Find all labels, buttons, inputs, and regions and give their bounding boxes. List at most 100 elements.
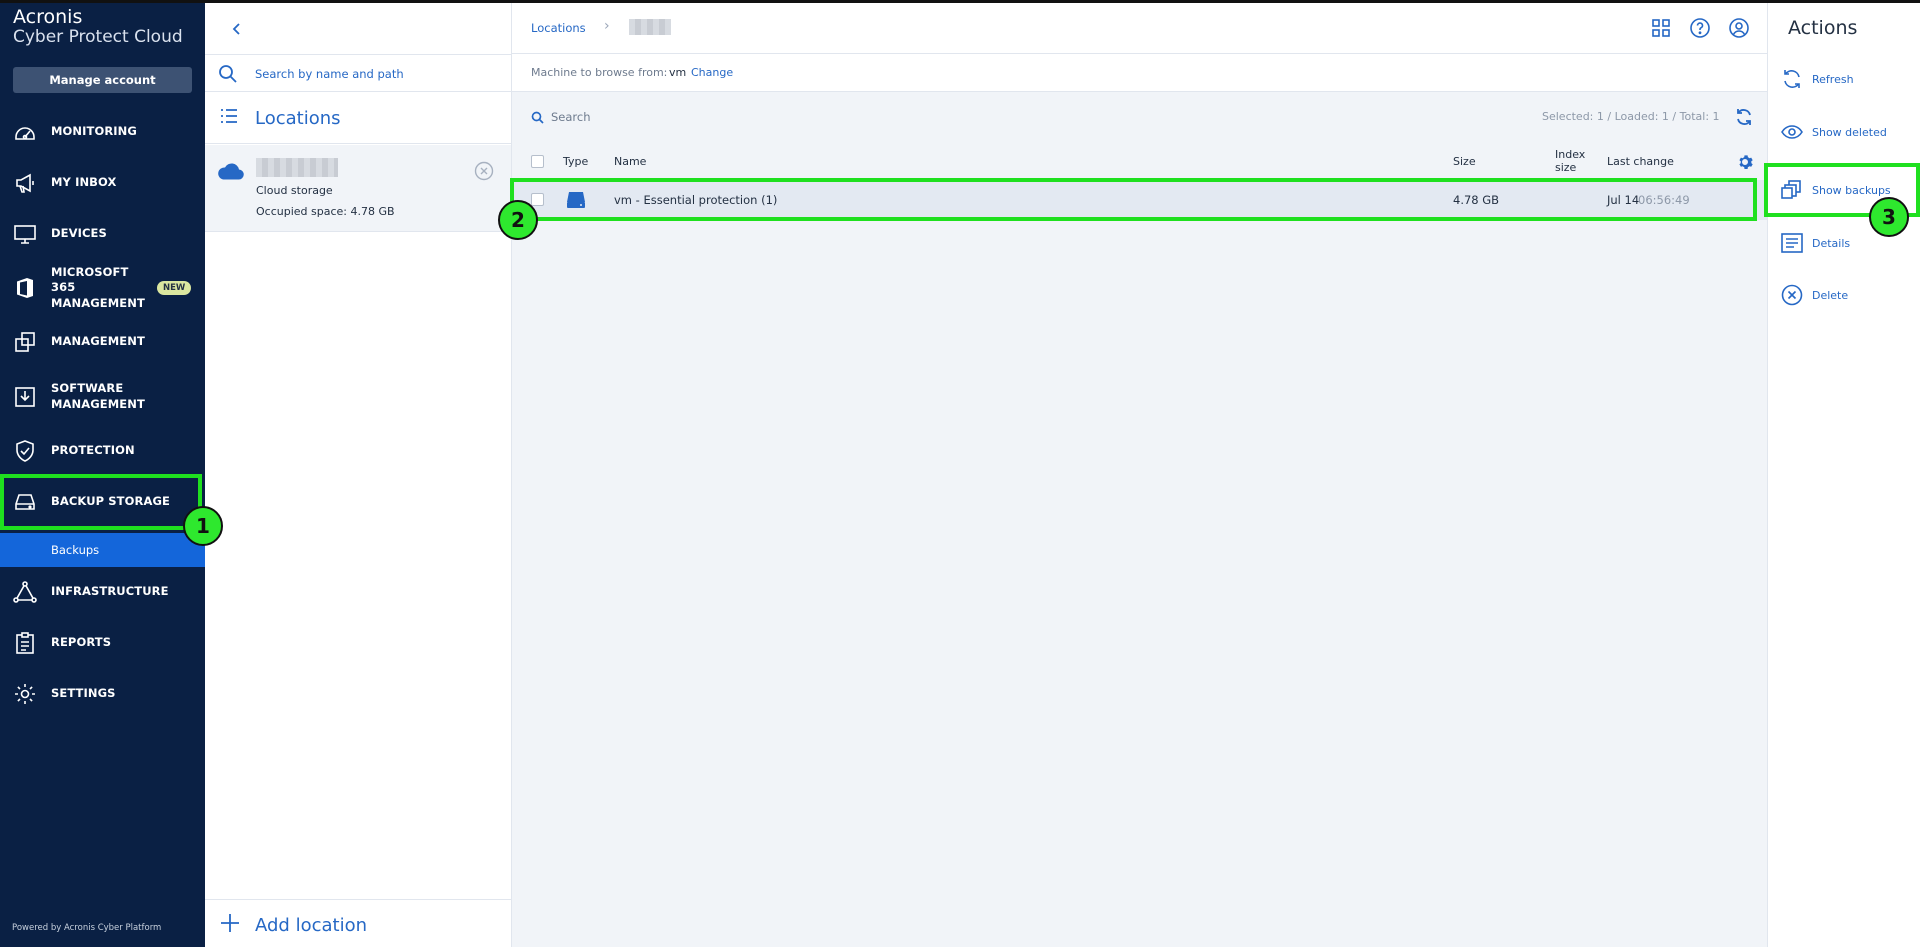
powered-by-text: Powered by Acronis Cyber Platform bbox=[12, 923, 162, 933]
refresh-icon bbox=[1780, 67, 1804, 91]
sidebar-item-label: SOFTWARE MANAGEMENT bbox=[51, 381, 145, 411]
locations-panel: Search by name and path Locations Cloud … bbox=[205, 0, 512, 947]
sidebar-item-software-management[interactable]: SOFTWARE MANAGEMENT bbox=[0, 381, 205, 413]
brand-product: Cyber Protect Cloud bbox=[13, 27, 183, 47]
column-header-name[interactable]: Name bbox=[614, 155, 646, 168]
refresh-icon[interactable] bbox=[1734, 107, 1754, 130]
highlight-backup-storage bbox=[0, 474, 202, 530]
management-icon bbox=[13, 330, 37, 354]
column-header-size[interactable]: Size bbox=[1453, 155, 1476, 168]
sidebar-item-my-inbox[interactable]: MY INBOX bbox=[0, 169, 205, 197]
reports-icon bbox=[13, 631, 37, 655]
eye-icon bbox=[1780, 120, 1804, 144]
show-deleted-action-label: Show deleted bbox=[1812, 126, 1887, 139]
shield-icon bbox=[13, 439, 37, 463]
brand-logo: Acronis Cyber Protect Cloud bbox=[13, 8, 183, 46]
column-header-index-line1: Index bbox=[1555, 148, 1586, 161]
remove-location-icon[interactable] bbox=[474, 161, 494, 181]
breadcrumb-locations[interactable]: Locations bbox=[531, 21, 586, 35]
refresh-action-button[interactable]: Refresh bbox=[1780, 64, 1920, 94]
manage-account-button[interactable]: Manage account bbox=[13, 67, 192, 93]
show-deleted-action-button[interactable]: Show deleted bbox=[1780, 117, 1920, 147]
sidebar-item-protection[interactable]: PROTECTION bbox=[0, 437, 205, 465]
delete-action-button[interactable]: Delete bbox=[1780, 280, 1920, 310]
sidebar-item-label: MONITORING bbox=[51, 124, 137, 139]
select-all-checkbox[interactable] bbox=[531, 155, 544, 168]
sidebar-item-devices[interactable]: DEVICES bbox=[0, 220, 205, 248]
megaphone-icon bbox=[13, 171, 37, 195]
sidebar-item-label: PROTECTION bbox=[51, 443, 135, 458]
locations-search-bar[interactable]: Search by name and path bbox=[205, 54, 511, 92]
locations-header: Locations bbox=[205, 92, 511, 144]
machine-value: vm bbox=[669, 66, 687, 79]
location-name-redacted bbox=[256, 158, 338, 177]
actions-panel: Actions Refresh Show deleted Show backup… bbox=[1767, 0, 1920, 947]
actions-title: Actions bbox=[1788, 17, 1858, 39]
gear-icon bbox=[13, 682, 37, 706]
column-header-type[interactable]: Type bbox=[563, 155, 588, 168]
main-content: Locations › Machine to browse from: vm C… bbox=[512, 0, 1767, 947]
column-header-last-change[interactable]: Last change bbox=[1607, 155, 1674, 168]
brand-name: Acronis bbox=[13, 6, 83, 28]
user-account-icon[interactable] bbox=[1728, 17, 1750, 39]
search-icon bbox=[218, 64, 238, 87]
cloud-icon bbox=[217, 161, 245, 184]
step-marker-2: 2 bbox=[498, 200, 538, 240]
details-action-label: Details bbox=[1812, 237, 1851, 250]
sidebar-item-label: INFRASTRUCTURE bbox=[51, 584, 169, 599]
column-header-index-size[interactable]: Index size bbox=[1555, 148, 1586, 174]
breadcrumb-current-redacted bbox=[629, 19, 671, 35]
list-icon bbox=[219, 106, 239, 129]
sidebar-item-label: REPORTS bbox=[51, 635, 112, 650]
sidebar-item-label: MY INBOX bbox=[51, 175, 117, 190]
back-button[interactable] bbox=[225, 17, 249, 41]
machine-label: Machine to browse from: bbox=[531, 66, 668, 79]
sidebar-item-settings[interactable]: SETTINGS bbox=[0, 680, 205, 708]
locations-title: Locations bbox=[255, 108, 341, 129]
change-machine-link[interactable]: Change bbox=[691, 66, 733, 79]
sidebar-item-microsoft-365[interactable]: MICROSOFT 365 MANAGEMENT NEW bbox=[0, 265, 205, 310]
sidebar-item-label: MICROSOFT 365 MANAGEMENT bbox=[51, 264, 145, 310]
sidebar-subitem-backups[interactable]: Backups bbox=[0, 533, 205, 567]
infrastructure-icon bbox=[13, 580, 37, 604]
refresh-action-label: Refresh bbox=[1812, 73, 1854, 86]
sidebar-item-label: MANAGEMENT bbox=[51, 334, 145, 349]
selection-counts: Selected: 1 / Loaded: 1 / Total: 1 bbox=[1542, 110, 1720, 123]
location-card-cloud-storage[interactable]: Cloud storage Occupied space: 4.78 GB bbox=[205, 145, 511, 232]
top-border bbox=[0, 0, 1920, 3]
search-icon bbox=[531, 111, 544, 127]
apps-grid-icon[interactable] bbox=[1650, 17, 1672, 39]
add-location-button[interactable]: Add location bbox=[205, 899, 511, 947]
help-icon[interactable] bbox=[1689, 17, 1711, 39]
location-occupied-space: Occupied space: 4.78 GB bbox=[256, 205, 395, 218]
delete-action-label: Delete bbox=[1812, 289, 1849, 302]
machine-browse-bar: Machine to browse from: vm Change bbox=[512, 54, 1767, 92]
sidebar-item-label: DEVICES bbox=[51, 226, 107, 241]
sidebar-item-infrastructure[interactable]: INFRASTRUCTURE bbox=[0, 578, 205, 606]
breadcrumb-separator-icon: › bbox=[604, 18, 610, 34]
search-placeholder: Search bbox=[551, 110, 591, 124]
step-marker-3: 3 bbox=[1869, 197, 1909, 237]
plus-icon bbox=[219, 912, 241, 937]
location-type: Cloud storage bbox=[256, 184, 333, 197]
highlight-backup-row bbox=[510, 178, 1757, 221]
sidebar-item-label: SETTINGS bbox=[51, 686, 116, 701]
delete-circle-icon bbox=[1780, 283, 1804, 307]
chevron-left-icon bbox=[232, 23, 240, 35]
monitor-icon bbox=[13, 222, 37, 246]
step-marker-1: 1 bbox=[183, 506, 223, 546]
sidebar-item-reports[interactable]: REPORTS bbox=[0, 629, 205, 657]
new-badge: NEW bbox=[157, 281, 192, 295]
software-icon bbox=[13, 385, 37, 409]
column-header-index-line2: size bbox=[1555, 160, 1577, 174]
header-bar: Locations › bbox=[512, 3, 1767, 54]
add-location-label: Add location bbox=[255, 915, 367, 936]
sidebar-subitem-label: Backups bbox=[51, 543, 100, 557]
office-icon bbox=[13, 276, 37, 300]
locations-search-input[interactable]: Search by name and path bbox=[255, 67, 404, 81]
sidebar-item-monitoring[interactable]: MONITORING bbox=[0, 118, 205, 146]
sidebar-item-management[interactable]: MANAGEMENT bbox=[0, 328, 205, 356]
column-settings-gear-icon[interactable] bbox=[1737, 154, 1753, 173]
details-icon bbox=[1780, 231, 1804, 255]
monitoring-icon bbox=[13, 120, 37, 144]
